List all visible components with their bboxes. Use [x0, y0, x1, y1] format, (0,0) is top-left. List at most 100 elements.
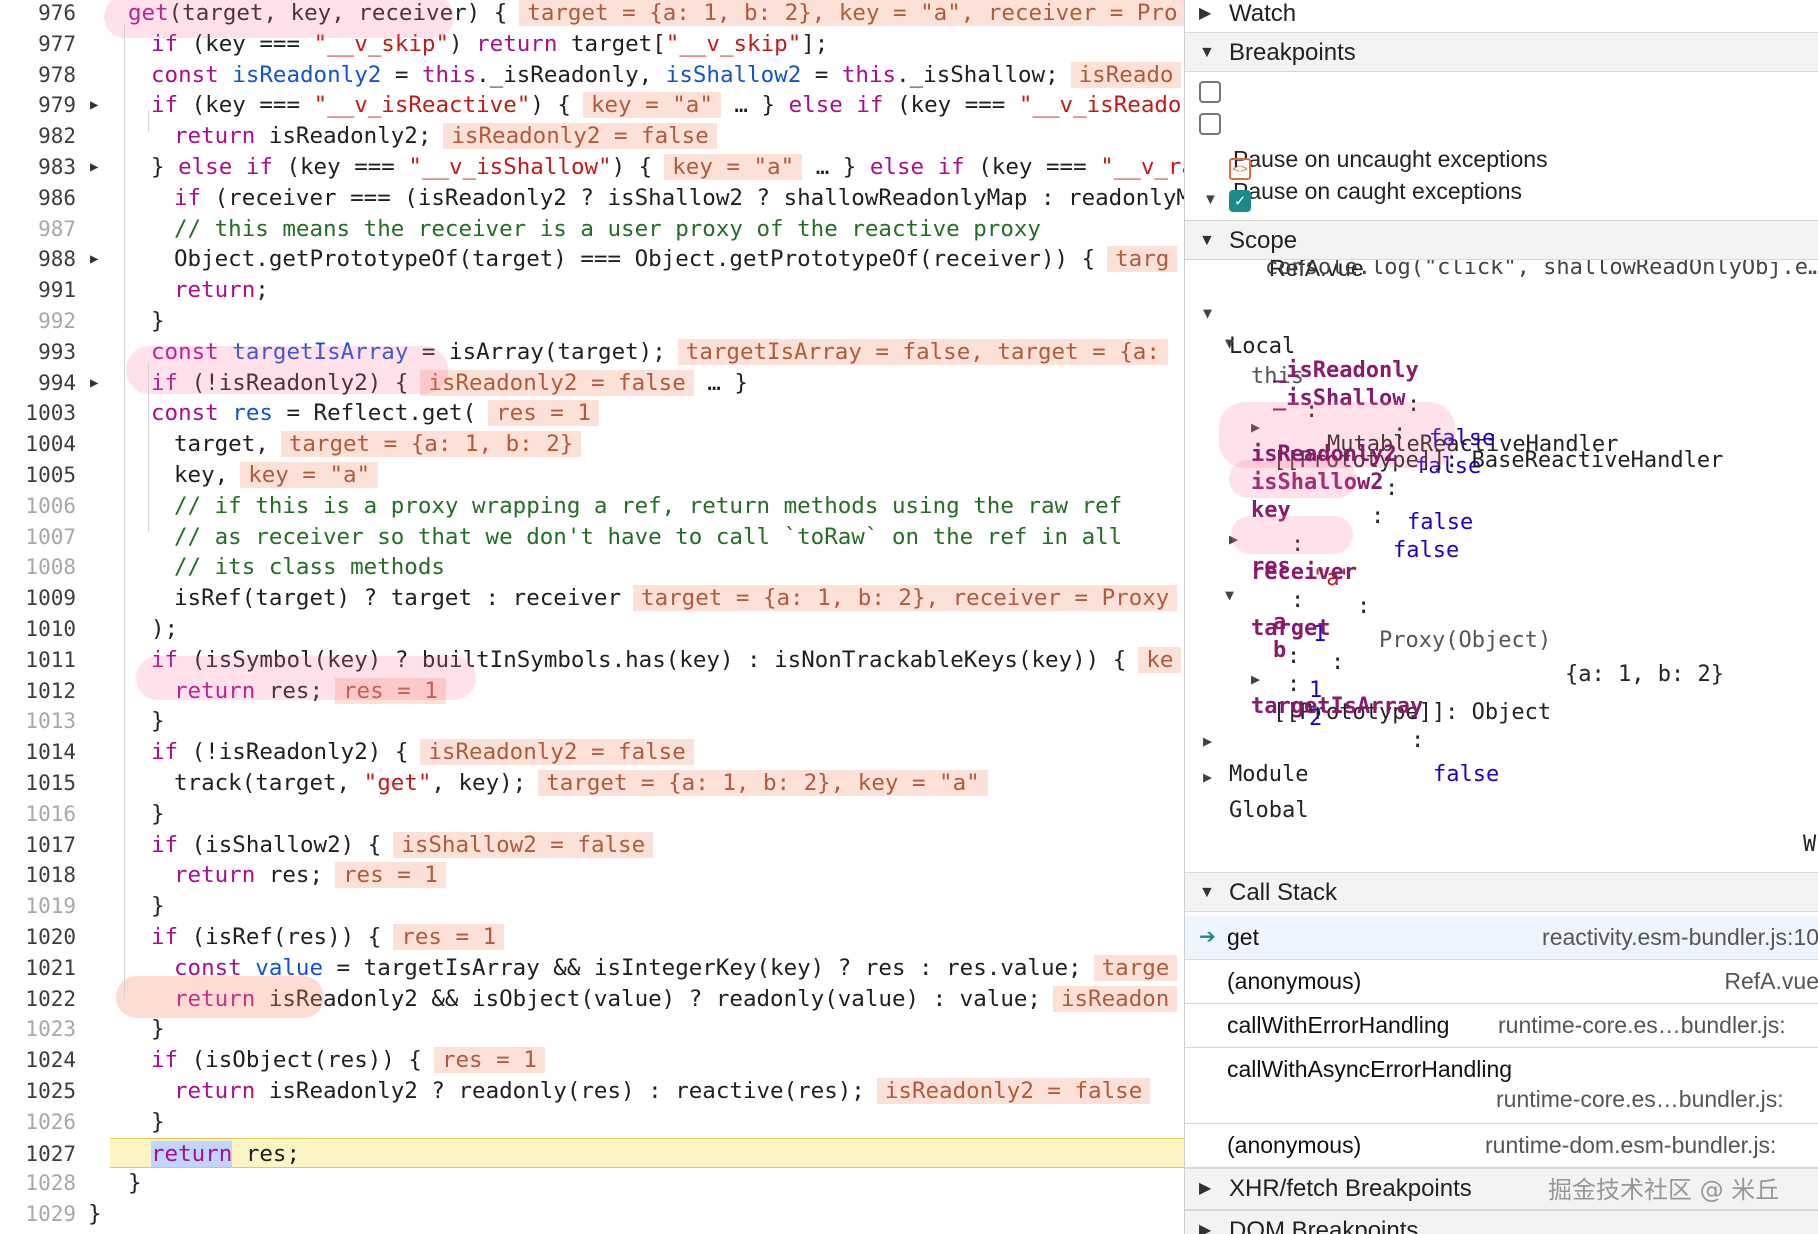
line-number[interactable]: 977: [0, 29, 76, 60]
line-number[interactable]: 988: [0, 244, 76, 275]
expand-collapsed-region-icon[interactable]: ▶: [90, 244, 98, 275]
call-stack-frame[interactable]: (anonymous) runtime-dom.esm-bundler.js:: [1185, 1124, 1818, 1168]
pause-uncaught-row[interactable]: Pause on uncaught exceptions: [1185, 74, 1818, 172]
line-number[interactable]: 1003: [0, 398, 76, 429]
code-line[interactable]: 1029}: [0, 1199, 1184, 1230]
line-number[interactable]: 1012: [0, 676, 76, 707]
expand-collapsed-region-icon[interactable]: ▶: [90, 368, 98, 399]
pause-caught-row[interactable]: Pause on caught exceptions: [1185, 106, 1818, 204]
breakpoint-enabled-checkbox[interactable]: ✓: [1229, 190, 1251, 212]
breakpoints-section-header[interactable]: ▼ Breakpoints: [1185, 32, 1818, 72]
line-number[interactable]: 1025: [0, 1076, 76, 1107]
line-number[interactable]: 1009: [0, 583, 76, 614]
scope-global-row[interactable]: ▶ Global W: [1185, 726, 1818, 857]
code-line[interactable]: 992}: [0, 306, 1184, 337]
indent-guide: [124, 24, 125, 999]
line-number[interactable]: 1022: [0, 984, 76, 1015]
code-line[interactable]: 1008 // its class methods: [0, 552, 1184, 583]
code-line[interactable]: 1014 if (!isReadonly2) {isReadonly2 = fal…: [0, 737, 1184, 768]
line-number[interactable]: 992: [0, 306, 76, 337]
line-number[interactable]: 1018: [0, 860, 76, 891]
code-line[interactable]: 1013}: [0, 706, 1184, 737]
call-stack-frame[interactable]: callWithErrorHandling runtime-core.es…bu…: [1185, 1004, 1818, 1048]
call-stack-frame[interactable]: callWithAsyncErrorHandling runtime-core.…: [1185, 1048, 1818, 1124]
code-line[interactable]: 1010);: [0, 614, 1184, 645]
line-number[interactable]: 976: [0, 0, 76, 29]
code-line[interactable]: 991 return;: [0, 275, 1184, 306]
code-line[interactable]: 1015 track(target, "get", key); target = {…: [0, 768, 1184, 799]
code-line[interactable]: 1024 if (isObject(res)) {res = 1: [0, 1045, 1184, 1076]
line-number[interactable]: 1004: [0, 429, 76, 460]
line-number[interactable]: 1024: [0, 1045, 76, 1076]
line-number[interactable]: 982: [0, 121, 76, 152]
code-line[interactable]: 987 // this means the receiver is a user …: [0, 214, 1184, 245]
breakpoint-file-row[interactable]: ▼ <> RefA.vue: [1185, 149, 1818, 281]
watch-section-header[interactable]: ▶ Watch: [1185, 0, 1818, 34]
pause-caught-checkbox[interactable]: [1199, 113, 1221, 135]
line-number[interactable]: 1017: [0, 830, 76, 861]
line-number[interactable]: 1013: [0, 706, 76, 737]
scope-module-row[interactable]: ▶ Module: [1185, 690, 1818, 787]
call-stack-frame[interactable]: (anonymous) RefA.vue: [1185, 960, 1818, 1004]
code-line[interactable]: 983 ▶} else if (key === "__v_isShallow") …: [0, 152, 1184, 183]
expand-collapsed-region-icon[interactable]: ▶: [90, 90, 98, 121]
line-number[interactable]: 978: [0, 60, 76, 91]
line-number[interactable]: 1021: [0, 953, 76, 984]
code-line[interactable]: 1027 return res;: [25, 1137, 1184, 1169]
code-line[interactable]: 1023}: [0, 1014, 1184, 1045]
code-line[interactable]: 979 ▶ if (key === "__v_isReactive") {key =…: [0, 90, 1184, 121]
code-line[interactable]: 1026}: [0, 1107, 1184, 1138]
code-line[interactable]: 1004 target, target = {a: 1, b: 2}: [0, 429, 1184, 460]
expand-collapsed-region-icon[interactable]: ▶: [90, 152, 98, 183]
line-number[interactable]: 1005: [0, 460, 76, 491]
code-text: }: [151, 1108, 165, 1135]
code-line[interactable]: 1028}: [0, 1168, 1184, 1199]
code-line[interactable]: 1006 // if this is a proxy wrapping a ref…: [0, 491, 1184, 522]
code-line[interactable]: 978 const isReadonly2 = this._isReadonly,…: [0, 60, 1184, 91]
code-line[interactable]: 1005 key, key = "a": [0, 460, 1184, 491]
line-number[interactable]: 994: [0, 368, 76, 399]
code-line[interactable]: 982 return isReadonly2; isReadonly2 = fals…: [0, 121, 1184, 152]
line-number[interactable]: 1015: [0, 768, 76, 799]
line-number[interactable]: 1008: [0, 552, 76, 583]
code-line[interactable]: 1007 // as receiver so that we don't have…: [0, 522, 1184, 553]
code-line[interactable]: 1016}: [0, 799, 1184, 830]
line-number[interactable]: 1029: [0, 1199, 76, 1230]
line-number[interactable]: 983: [0, 152, 76, 183]
call-stack-frame[interactable]: ➔ get reactivity.esm-bundler.js:10: [1185, 916, 1818, 960]
dom-breakpoints-section-header[interactable]: ▶ DOM Breakpoints: [1185, 1210, 1818, 1234]
line-number[interactable]: 991: [0, 275, 76, 306]
line-number[interactable]: 1016: [0, 799, 76, 830]
line-number[interactable]: 1020: [0, 922, 76, 953]
line-number[interactable]: 986: [0, 183, 76, 214]
scope-local-row[interactable]: ▼ Local: [1185, 262, 1818, 359]
code-line[interactable]: 1009 isRef(target) ? target : receiver tar…: [0, 583, 1184, 614]
line-number[interactable]: 1026: [0, 1107, 76, 1138]
line-number[interactable]: 993: [0, 337, 76, 368]
code-line[interactable]: 1025 return isReadonly2 ? readonly(res) :…: [0, 1076, 1184, 1107]
breakpoint-entry-row[interactable]: ✓ console.log("click", shallowReadOnlyOb…: [1185, 183, 1818, 280]
line-number[interactable]: 1006: [0, 491, 76, 522]
pause-uncaught-checkbox[interactable]: [1199, 81, 1221, 103]
line-number[interactable]: 987: [0, 214, 76, 245]
scope-section-header[interactable]: ▼ Scope: [1185, 220, 1818, 260]
line-number[interactable]: 1007: [0, 522, 76, 553]
code-line[interactable]: 1020 if (isRef(res)) {res = 1: [0, 922, 1184, 953]
code-line[interactable]: 988 ▶ Object.getPrototypeOf(target) === Ob…: [0, 244, 1184, 275]
code-line[interactable]: 1003 const res = Reflect.get(res = 1: [0, 398, 1184, 429]
line-number[interactable]: 979: [0, 90, 76, 121]
code-line[interactable]: 1018 return res; res = 1: [0, 860, 1184, 891]
line-number[interactable]: 1019: [0, 891, 76, 922]
call-stack-section-header[interactable]: ▼ Call Stack: [1185, 872, 1818, 912]
line-number[interactable]: 1014: [0, 737, 76, 768]
code-line[interactable]: 1019}: [0, 891, 1184, 922]
code-line[interactable]: 986 if (receiver === (isReadonly2 ? isSha…: [0, 183, 1184, 214]
code-editor[interactable]: 976 get(target, key, receiver) {target = …: [0, 0, 1184, 1234]
line-number[interactable]: 1023: [0, 1014, 76, 1045]
line-number[interactable]: 1028: [0, 1168, 76, 1199]
line-number[interactable]: 1027: [0, 1139, 76, 1170]
line-number[interactable]: 1011: [0, 645, 76, 676]
scope-targetisarray-row[interactable]: targetIsArray : false: [1185, 656, 1818, 787]
line-number[interactable]: 1010: [0, 614, 76, 645]
code-line[interactable]: 1017 if (isShallow2) {isShallow2 = false: [0, 830, 1184, 861]
